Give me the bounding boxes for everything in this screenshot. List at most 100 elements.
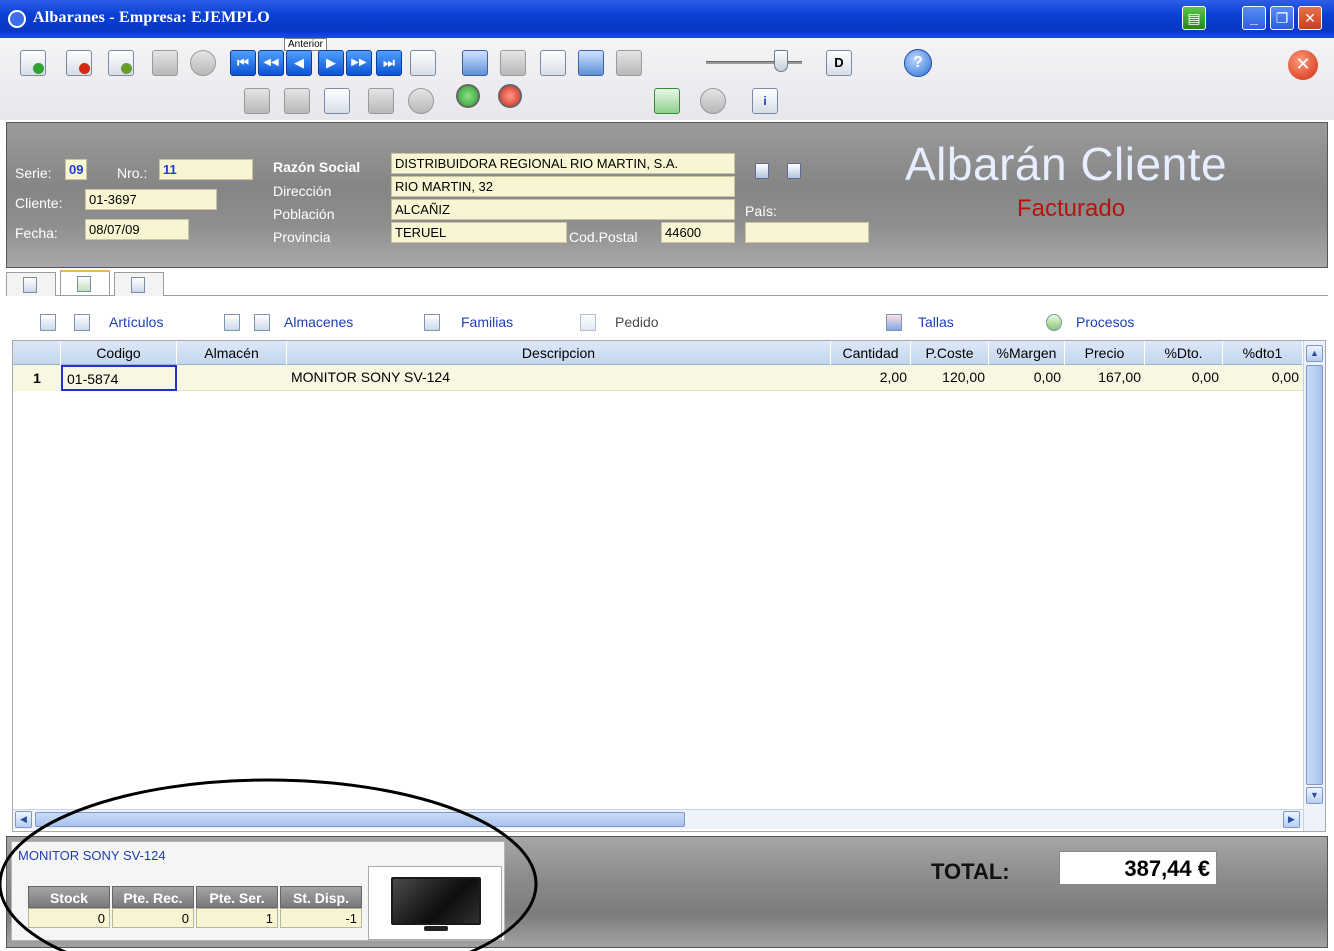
insert-row-icon[interactable] bbox=[244, 88, 270, 114]
articulos-link[interactable]: Artículos bbox=[109, 314, 163, 330]
cantidad-cell[interactable]: 2,00 bbox=[831, 365, 911, 391]
articulos-list-icon[interactable] bbox=[74, 314, 90, 331]
document-arrow-icon bbox=[77, 276, 91, 292]
column-header[interactable]: %dto1 bbox=[1223, 341, 1303, 365]
codigo-cell[interactable]: 01-5874 bbox=[61, 365, 177, 391]
pedido-icon[interactable] bbox=[580, 314, 596, 331]
pedido-link[interactable]: Pedido bbox=[615, 314, 659, 330]
tallas-icon[interactable] bbox=[886, 314, 902, 331]
almacenes-search-icon[interactable] bbox=[224, 314, 240, 331]
print-preview-icon[interactable] bbox=[540, 50, 566, 76]
print-icon[interactable] bbox=[500, 50, 526, 76]
report-preview-icon[interactable] bbox=[578, 50, 604, 76]
tools-icon[interactable] bbox=[700, 88, 726, 114]
st-disp-value: -1 bbox=[280, 908, 362, 928]
column-header[interactable]: Precio bbox=[1065, 341, 1145, 365]
info-icon[interactable]: i bbox=[752, 88, 778, 114]
first-record-button[interactable]: ⏮ bbox=[230, 50, 256, 76]
fax-icon[interactable] bbox=[616, 50, 642, 76]
dto1-cell[interactable]: 0,00 bbox=[1223, 365, 1303, 391]
st-disp-header: St. Disp. bbox=[280, 886, 362, 908]
paste-icon[interactable] bbox=[368, 88, 394, 114]
title-bar[interactable]: Albaranes - Empresa: EJEMPLO ▤ _ ❐ ✕ bbox=[0, 0, 1334, 38]
undo-icon[interactable] bbox=[190, 50, 216, 76]
column-header[interactable]: %Dto. bbox=[1145, 341, 1223, 365]
tab-lines[interactable] bbox=[60, 270, 110, 295]
fecha-field[interactable]: 08/07/09 bbox=[85, 219, 189, 240]
zoom-in-icon[interactable] bbox=[456, 84, 480, 108]
copy-icon[interactable] bbox=[324, 88, 350, 114]
precio-cell[interactable]: 167,00 bbox=[1065, 365, 1145, 391]
nro-field[interactable]: 11 bbox=[159, 159, 253, 180]
minimize-button[interactable]: _ bbox=[1242, 6, 1266, 30]
column-header[interactable]: Descripcion bbox=[287, 341, 831, 365]
horizontal-scrollbar[interactable]: ◀ ▶ bbox=[13, 809, 1303, 829]
chart-icon[interactable] bbox=[654, 88, 680, 114]
previous-page-button[interactable]: ◀◀ bbox=[258, 50, 284, 76]
delete-row-icon[interactable] bbox=[284, 88, 310, 114]
save-icon[interactable] bbox=[152, 50, 178, 76]
client-lookup-icon[interactable] bbox=[755, 163, 769, 179]
almacen-cell[interactable] bbox=[177, 365, 287, 391]
zoom-slider-thumb[interactable] bbox=[773, 50, 788, 72]
procesos-icon[interactable] bbox=[1046, 314, 1062, 331]
window-icon[interactable] bbox=[462, 50, 488, 76]
monitor-stand bbox=[424, 926, 448, 931]
poblacion-field[interactable]: ALCAÑIZ bbox=[391, 199, 735, 220]
column-header[interactable]: Cantidad bbox=[831, 341, 911, 365]
printer-icon[interactable]: ▤ bbox=[1182, 6, 1206, 30]
pais-field[interactable] bbox=[745, 222, 869, 243]
help-icon[interactable]: ? bbox=[904, 49, 932, 77]
vertical-scrollbar[interactable]: ▲ ▼ bbox=[1303, 341, 1325, 831]
cliente-field[interactable]: 01-3697 bbox=[85, 189, 217, 210]
tab-notes[interactable] bbox=[114, 272, 164, 296]
tab-general[interactable] bbox=[6, 272, 56, 296]
scroll-up-button[interactable]: ▲ bbox=[1306, 345, 1323, 362]
exit-icon[interactable]: ✕ bbox=[1288, 50, 1318, 80]
descripcion-cell[interactable]: MONITOR SONY SV-124 bbox=[287, 365, 831, 391]
almacenes-list-icon[interactable] bbox=[254, 314, 270, 331]
view-record-icon[interactable] bbox=[410, 50, 436, 76]
client-view-icon[interactable] bbox=[787, 163, 801, 179]
scroll-left-button[interactable]: ◀ bbox=[15, 811, 32, 828]
serie-field[interactable]: 09 bbox=[65, 159, 87, 180]
direccion-field[interactable]: RIO MARTIN, 32 bbox=[391, 176, 735, 197]
horizontal-scroll-thumb[interactable] bbox=[35, 812, 685, 827]
almacenes-link[interactable]: Almacenes bbox=[284, 314, 353, 330]
delete-document-icon[interactable] bbox=[66, 50, 92, 76]
dto-cell[interactable]: 0,00 bbox=[1145, 365, 1223, 391]
restore-button[interactable]: ❐ bbox=[1270, 6, 1294, 30]
vertical-scroll-thumb[interactable] bbox=[1306, 365, 1323, 785]
scroll-right-button[interactable]: ▶ bbox=[1283, 811, 1300, 828]
familias-link[interactable]: Familias bbox=[461, 314, 513, 330]
next-page-button[interactable]: ▶▶ bbox=[346, 50, 372, 76]
cod-postal-field[interactable]: 44600 bbox=[661, 222, 735, 243]
new-document-icon[interactable] bbox=[20, 50, 46, 76]
margen-cell[interactable]: 0,00 bbox=[989, 365, 1065, 391]
monitor-image bbox=[391, 877, 481, 925]
procesos-link[interactable]: Procesos bbox=[1076, 314, 1134, 330]
lines-grid: Codigo Almacén Descripcion Cantidad P.Co… bbox=[12, 340, 1326, 832]
tallas-link[interactable]: Tallas bbox=[918, 314, 954, 330]
zoom-out-icon[interactable] bbox=[498, 84, 522, 108]
table-row[interactable]: 01-5874 MONITOR SONY SV-124 2,00 120,00 … bbox=[13, 365, 1303, 391]
razon-social-field[interactable]: DISTRIBUIDORA REGIONAL RIO MARTIN, S.A. bbox=[391, 153, 735, 174]
d-button[interactable]: D bbox=[826, 50, 852, 76]
provincia-field[interactable]: TERUEL bbox=[391, 222, 567, 243]
last-record-button[interactable]: ⏭ bbox=[376, 50, 402, 76]
document-settings-icon bbox=[131, 277, 145, 293]
spellcheck-icon[interactable] bbox=[408, 88, 434, 114]
column-header[interactable]: P.Coste bbox=[911, 341, 989, 365]
next-record-button[interactable]: ▶ bbox=[318, 50, 344, 76]
column-header[interactable]: Almacén bbox=[177, 341, 287, 365]
close-window-button[interactable]: ✕ bbox=[1298, 6, 1322, 30]
stock-header: Stock bbox=[28, 886, 110, 908]
articulos-search-icon[interactable] bbox=[40, 314, 56, 331]
p-coste-cell[interactable]: 120,00 bbox=[911, 365, 989, 391]
previous-record-button[interactable]: ◀ bbox=[286, 50, 312, 76]
familias-icon[interactable] bbox=[424, 314, 440, 331]
column-header[interactable]: Codigo bbox=[61, 341, 177, 365]
column-header[interactable]: %Margen bbox=[989, 341, 1065, 365]
edit-document-icon[interactable] bbox=[108, 50, 134, 76]
scroll-down-button[interactable]: ▼ bbox=[1306, 787, 1323, 804]
